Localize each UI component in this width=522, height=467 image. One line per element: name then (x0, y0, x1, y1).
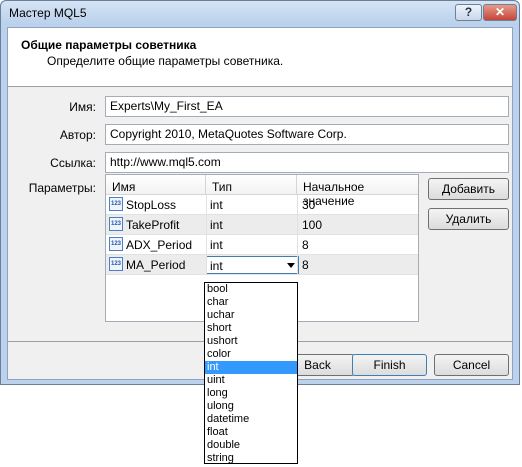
link-field[interactable]: http://www.mql5.com (105, 152, 509, 173)
param-value: 30 (302, 198, 316, 212)
type-option-selected[interactable]: int (205, 361, 297, 374)
column-header-name[interactable]: Имя (106, 175, 206, 195)
param-value: 8 (302, 238, 309, 252)
param-name: MA_Period (126, 258, 186, 272)
param-type: int (210, 198, 223, 212)
type-option[interactable]: short (205, 322, 297, 335)
author-label: Автор: (59, 128, 96, 142)
wizard-header: Общие параметры советника Определите общ… (8, 28, 512, 87)
integer-param-icon: 123 (109, 197, 123, 211)
type-option[interactable]: float (205, 426, 297, 439)
param-name: ADX_Period (126, 238, 193, 252)
integer-param-icon: 123 (109, 237, 123, 251)
param-value: 8 (302, 258, 309, 272)
type-option[interactable]: ulong (205, 400, 297, 413)
column-header-type[interactable]: Тип (206, 175, 297, 195)
type-option[interactable]: bool (205, 283, 297, 296)
param-name: TakeProfit (126, 218, 180, 232)
type-combobox-value: int (210, 259, 223, 273)
add-button[interactable]: Добавить (428, 178, 509, 200)
table-row[interactable]: 123 StopLoss int 30 (106, 195, 418, 215)
column-header-value[interactable]: Начальное значение (297, 175, 418, 208)
author-field[interactable]: Copyright 2010, MetaQuotes Software Corp… (105, 124, 509, 145)
page-title: Общие параметры советника (21, 38, 197, 52)
dropdown-arrow-icon[interactable] (287, 263, 295, 268)
type-option[interactable]: uchar (205, 309, 297, 322)
param-value: 100 (302, 218, 323, 232)
link-label: Ссылка: (50, 156, 96, 170)
integer-param-icon: 123 (109, 257, 123, 271)
integer-param-icon: 123 (109, 217, 123, 231)
type-option[interactable]: uint (205, 374, 297, 387)
name-field[interactable]: Experts\My_First_EA (105, 96, 509, 117)
type-option[interactable]: string (205, 452, 297, 465)
page-subtitle: Определите общие параметры советника. (47, 54, 284, 68)
table-row[interactable]: 123 ADX_Period int 8 (106, 235, 418, 255)
close-button[interactable]: ✕ (483, 4, 517, 21)
type-option[interactable]: datetime (205, 413, 297, 426)
type-option[interactable]: color (205, 348, 297, 361)
cancel-button[interactable]: Cancel (434, 354, 509, 376)
type-option[interactable]: long (205, 387, 297, 400)
type-dropdown-list[interactable]: bool char uchar short ushort color int u… (204, 282, 298, 464)
title-bar[interactable]: Мастер MQL5 ? ✕ (1, 1, 519, 25)
finish-button[interactable]: Finish (352, 354, 427, 376)
column-divider (206, 195, 207, 275)
type-combobox[interactable]: int (206, 256, 299, 274)
window-title: Мастер MQL5 (9, 6, 87, 20)
param-type: int (210, 218, 223, 232)
type-option[interactable]: char (205, 296, 297, 309)
param-name: StopLoss (126, 198, 177, 212)
table-row-editing[interactable]: 123 MA_Period int 8 (106, 255, 418, 275)
column-divider (297, 195, 298, 275)
type-option[interactable]: ushort (205, 335, 297, 348)
params-label: Параметры: (28, 181, 96, 195)
param-type: int (210, 238, 223, 252)
name-label: Имя: (69, 100, 96, 114)
table-row[interactable]: 123 TakeProfit int 100 (106, 215, 418, 235)
type-option[interactable]: double (205, 439, 297, 452)
remove-button[interactable]: Удалить (428, 208, 509, 230)
help-button[interactable]: ? (455, 4, 482, 21)
